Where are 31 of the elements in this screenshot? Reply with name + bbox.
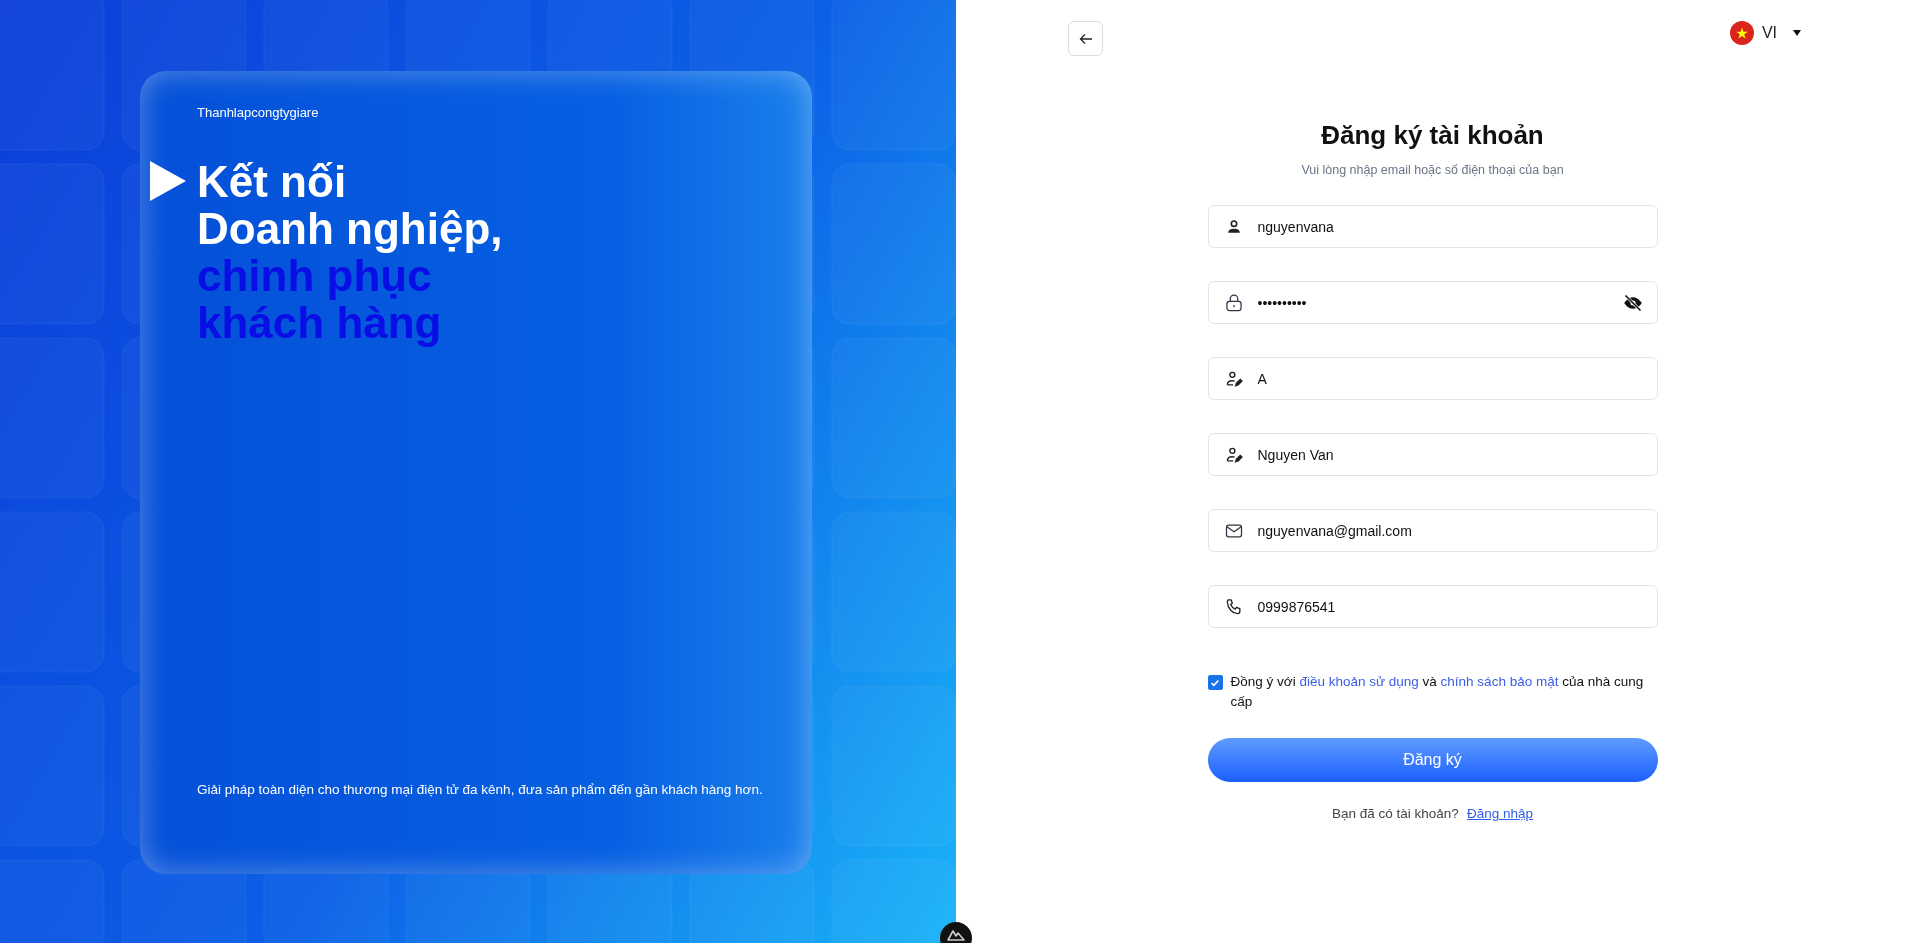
input-field[interactable]: 0999876541: [1207, 585, 1658, 628]
eye-off-icon[interactable]: [1622, 292, 1643, 313]
headline-text: Kết nối: [197, 158, 348, 205]
form-subtitle: Vui lòng nhập email hoặc số điện thoại của bạn: [1301, 163, 1564, 177]
description-text: Giải pháp toàn diện cho thương mại điện tử đa kênh, đưa sản phẩm đến gần khách hàng hơn.: [197, 781, 764, 799]
back-arrow-icon: [1078, 31, 1093, 46]
register-button[interactable]: Đăng ký: [1207, 738, 1658, 782]
checkbox[interactable]: [1207, 675, 1223, 690]
language-selector[interactable]: VI: [1729, 21, 1801, 45]
flag-icon: [1729, 21, 1754, 45]
login-link[interactable]: Đăng nhập: [1466, 806, 1533, 821]
terms-link[interactable]: điều khoản sử dụng: [1299, 674, 1419, 689]
input-field[interactable]: A: [1207, 357, 1658, 400]
terms-link[interactable]: chính sách bảo mật: [1440, 674, 1559, 689]
input-field[interactable]: Nguyen Van: [1207, 433, 1658, 476]
input-field[interactable]: nguyenvana@gmail.com: [1207, 509, 1658, 552]
lock-icon: [1223, 292, 1244, 313]
brand-name: Thanhlapcongtygiare: [197, 105, 320, 120]
login-prompt: Bạn đã có tài khoản?: [1332, 806, 1459, 821]
headline-text: chinh phục: [197, 252, 432, 299]
checkmark-icon: [1210, 677, 1220, 688]
headline-text: khách hàng: [197, 299, 443, 346]
back-button[interactable]: [1068, 21, 1103, 56]
play-icon: [150, 161, 186, 201]
mountain-icon: [947, 928, 965, 942]
headline-text: Doanh nghiệp,: [197, 205, 503, 252]
caret-icon: [1793, 30, 1801, 36]
agreement-text: Đồng ý với điều khoản sử dụng và chính sách bảo mật của nhà cung cấp: [1230, 673, 1645, 711]
input-field[interactable]: ••••••••••: [1207, 281, 1658, 324]
form-title: Đăng ký tài khoản: [1321, 120, 1544, 151]
input-field[interactable]: nguyenvana: [1207, 205, 1658, 248]
